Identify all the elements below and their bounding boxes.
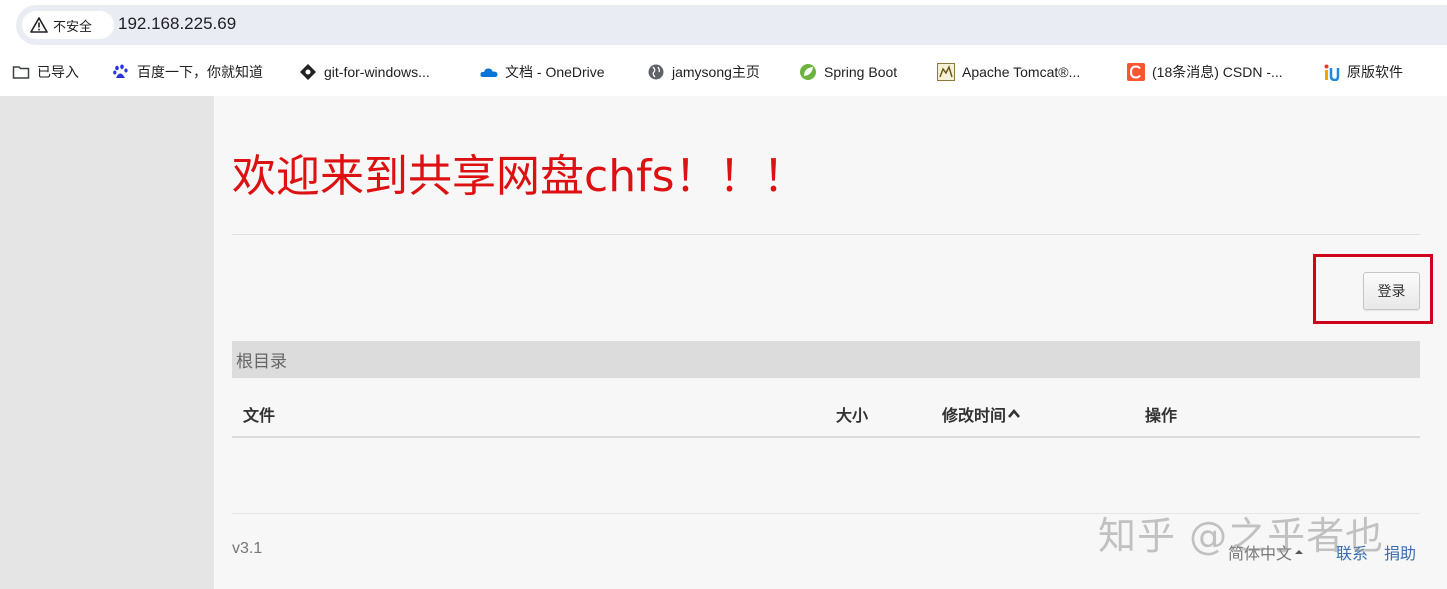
column-header-modified-label: 修改时间: [942, 406, 1007, 425]
address-bar[interactable]: 不安全 192.168.225.69: [16, 5, 1447, 45]
column-header-size[interactable]: 大小: [836, 402, 868, 426]
donate-link[interactable]: 捐助: [1384, 540, 1416, 564]
bookmark-label: 已导入: [37, 64, 79, 80]
bookmark-jamysong[interactable]: jamysong主页: [647, 60, 760, 84]
column-header-actions: 操作: [1145, 406, 1178, 425]
bookmark-imported[interactable]: 已导入: [12, 60, 79, 84]
bookmark-baidu[interactable]: 百度一下，你就知道: [112, 60, 263, 84]
browser-toolbar: 不安全 192.168.225.69: [0, 0, 1447, 50]
url-text[interactable]: 192.168.225.69: [118, 14, 236, 34]
sort-ascending-icon: [1008, 408, 1021, 418]
breadcrumb: 根目录: [232, 341, 1420, 378]
tomcat-icon: [937, 63, 955, 81]
itellyou-icon: [1324, 64, 1340, 81]
table-header-divider: [232, 436, 1420, 438]
bookmark-csdn[interactable]: (18条消息) CSDN -...: [1127, 60, 1283, 84]
csdn-icon: [1127, 63, 1145, 81]
bookmark-label: 百度一下，你就知道: [137, 64, 263, 80]
bookmark-label: (18条消息) CSDN -...: [1152, 64, 1283, 80]
bookmark-label: Apache Tomcat®...: [962, 64, 1081, 80]
bookmark-label: Spring Boot: [824, 64, 898, 80]
bookmark-label: 原版软件: [1347, 64, 1403, 80]
bookmark-onedrive[interactable]: 文档 - OneDrive: [480, 60, 605, 84]
bookmark-label: 文档 - OneDrive: [505, 64, 605, 80]
folder-icon: [12, 66, 30, 79]
warning-icon: [30, 17, 48, 33]
bookmark-label: jamysong主页: [672, 64, 760, 80]
breadcrumb-root[interactable]: 根目录: [236, 347, 287, 372]
baidu-paw-icon: [113, 64, 128, 78]
bookmark-spring-boot[interactable]: Spring Boot: [799, 60, 897, 84]
git-icon: [300, 64, 316, 80]
version-label: v3.1: [232, 540, 263, 557]
bookmark-apache-tomcat[interactable]: Apache Tomcat®...: [937, 60, 1080, 84]
onedrive-cloud-icon: [480, 68, 498, 77]
login-button[interactable]: 登录: [1363, 272, 1420, 310]
column-header-file[interactable]: 文件: [243, 402, 275, 426]
security-label: 不安全: [53, 19, 93, 35]
spring-leaf-icon: [800, 64, 816, 80]
bookmark-git-for-windows[interactable]: git-for-windows...: [299, 60, 430, 84]
globe-icon: [648, 64, 664, 80]
bookmark-itellyou[interactable]: 原版软件: [1322, 60, 1403, 84]
bookmark-label: git-for-windows...: [324, 64, 430, 80]
divider: [232, 234, 1420, 235]
welcome-heading: 欢迎来到共享网盘chfs！！！: [232, 151, 807, 202]
watermark: 知乎 @之乎者也: [1098, 514, 1385, 558]
security-indicator[interactable]: 不安全: [22, 11, 114, 39]
column-header-modified[interactable]: 修改时间: [942, 402, 1021, 426]
bookmarks-bar: 已导入 百度一下，你就知道 git-for-windows... 文档 - On…: [0, 50, 1447, 96]
